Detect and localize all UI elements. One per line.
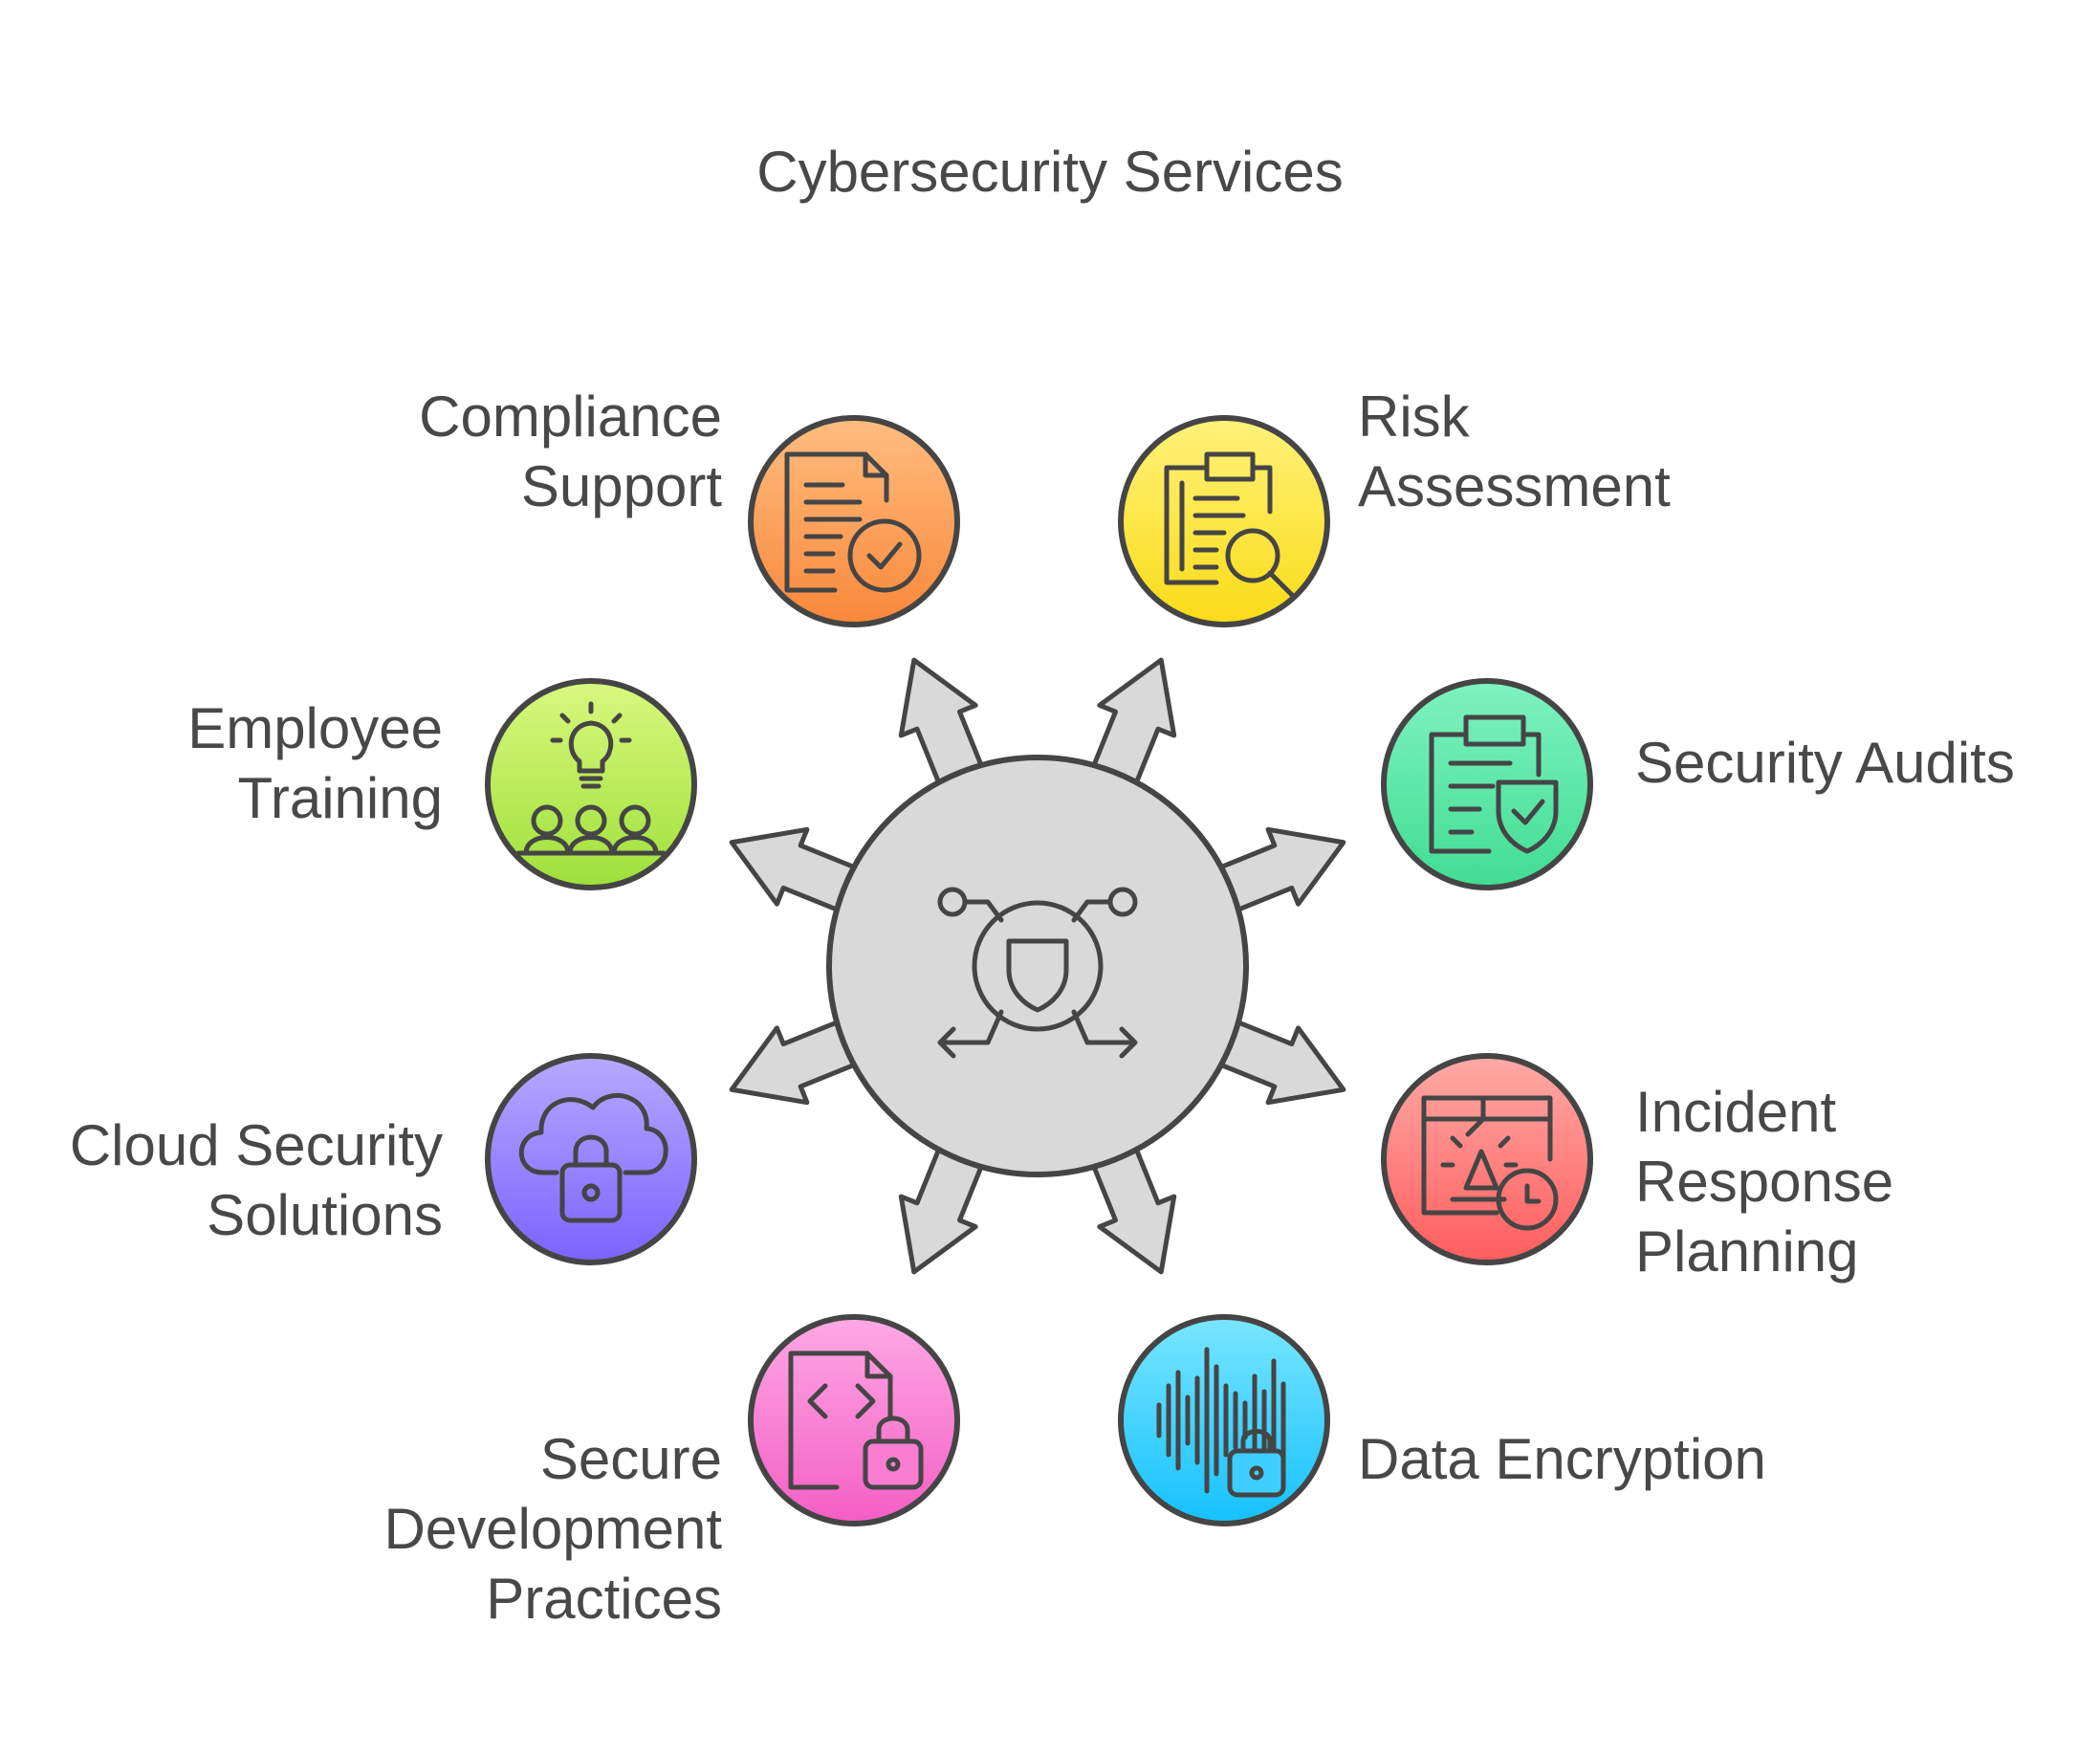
- service-label-line: Cloud Security: [69, 1113, 443, 1177]
- service-label-3: Security Audits: [1635, 728, 2015, 798]
- service-label-line: Employee: [187, 696, 443, 760]
- service-label-6: Secure Development Practices: [383, 1424, 722, 1634]
- service-node-5: [1118, 1314, 1330, 1526]
- center-hub: [826, 755, 1249, 1177]
- hub-circle: [826, 755, 1249, 1177]
- service-node-circle: [1118, 415, 1330, 627]
- service-node-6: [748, 1314, 960, 1526]
- service-label-line: Practices: [486, 1567, 722, 1631]
- service-node-4: [1381, 1053, 1593, 1265]
- service-label-line: Planning: [1635, 1219, 1859, 1284]
- service-label-5: Data Encryption: [1358, 1424, 1766, 1494]
- service-node-8: [485, 678, 697, 890]
- service-label-line: Solutions: [207, 1183, 443, 1247]
- service-node-3: [1381, 678, 1593, 890]
- service-node-1: [748, 415, 960, 627]
- service-label-line: Compliance: [419, 384, 722, 449]
- service-label-line: Incident: [1635, 1080, 1837, 1144]
- service-label-line: Development: [383, 1497, 722, 1561]
- service-label-line: Risk: [1358, 384, 1470, 449]
- service-label-7: Cloud Security Solutions: [70, 1110, 443, 1250]
- diagram-title: Cybersecurity Services: [756, 140, 1344, 204]
- service-label-line: Support: [520, 454, 722, 518]
- service-label-1: Compliance Support: [419, 382, 722, 521]
- service-node-2: [1118, 415, 1330, 627]
- service-label-2: Risk Assessment: [1358, 382, 1671, 521]
- service-label-line: Response: [1635, 1150, 1894, 1214]
- service-label-4: Incident Response Planning: [1635, 1077, 1893, 1286]
- service-label-line: Secure: [539, 1427, 722, 1491]
- service-label-line: Assessment: [1358, 454, 1671, 518]
- service-node-7: [485, 1053, 697, 1265]
- service-label-line: Training: [237, 766, 443, 830]
- service-label-8: Employee Training: [187, 693, 443, 833]
- service-label-line: Data Encryption: [1358, 1427, 1766, 1491]
- service-label-line: Security Audits: [1635, 731, 2015, 795]
- service-node-circle: [748, 1314, 960, 1526]
- diagram-canvas: [485, 415, 1593, 1526]
